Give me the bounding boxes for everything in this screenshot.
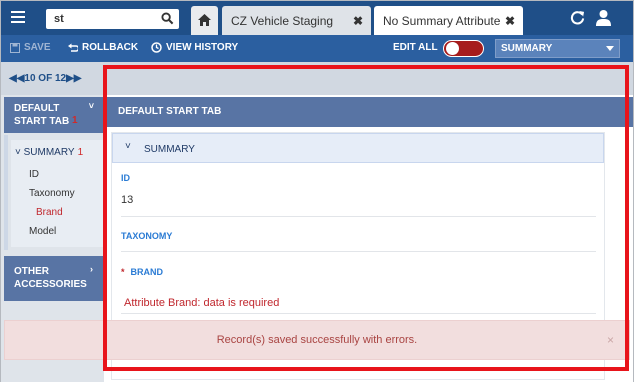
view-select-value: SUMMARY — [501, 43, 553, 54]
hamburger-menu-icon[interactable] — [11, 11, 25, 23]
edit-all-toggle[interactable] — [443, 40, 484, 57]
tab-cz-vehicle-staging[interactable]: CZ Vehicle Staging ✖ — [222, 6, 371, 35]
required-indicator: * — [121, 267, 125, 277]
error-count-badge: 1 — [77, 147, 84, 158]
record-pager: ◀◀10 OF 12▶▶ — [1, 62, 104, 95]
brand-error-message: Attribute Brand: data is required — [124, 297, 280, 309]
brand-field-label: * BRAND — [121, 267, 163, 277]
chevron-down-icon: ˅ — [15, 147, 24, 158]
clock-icon — [151, 42, 162, 53]
rollback-button[interactable]: ROLLBACK — [68, 42, 138, 53]
sidebar-item-model[interactable]: Model — [29, 226, 56, 237]
sidebar-item-taxonomy[interactable]: Taxonomy — [29, 188, 75, 199]
home-tab[interactable] — [191, 6, 218, 35]
tab-label: No Summary Attribute — [383, 14, 501, 28]
previous-record-icon[interactable]: ◀◀ — [9, 73, 24, 84]
toolbar: SAVE ROLLBACK VIEW HISTORY EDIT ALL SUMM… — [1, 35, 633, 62]
pager-control[interactable]: ◀◀10 OF 12▶▶ — [9, 73, 81, 84]
divider — [121, 313, 596, 314]
save-icon — [10, 42, 20, 53]
sidebar-item-other-accessories[interactable]: OTHER ACCESSORIES › — [4, 256, 103, 301]
top-bar: CZ Vehicle Staging ✖ No Summary Attribut… — [1, 1, 633, 35]
tab-close-icon[interactable]: ✖ — [505, 14, 515, 28]
caret-down-icon — [606, 46, 614, 51]
sidebar-item-id[interactable]: ID — [29, 169, 39, 180]
tab-close-icon[interactable]: ✖ — [353, 14, 363, 28]
toggle-knob — [446, 42, 459, 55]
summary-label: SUMMARY — [23, 147, 75, 158]
next-record-icon[interactable]: ▶▶ — [66, 73, 81, 84]
section-header: DEFAULT START TAB — [104, 97, 633, 127]
sidebar-item-brand[interactable]: Brand — [36, 207, 63, 218]
view-history-label: VIEW HISTORY — [166, 42, 239, 53]
id-field-label: ID — [121, 173, 130, 183]
home-icon — [198, 14, 211, 26]
subnav-panel: ˅ SUMMARY 1 ID Taxonomy Brand Model — [11, 140, 103, 247]
section-title: DEFAULT START TAB — [118, 106, 222, 117]
summary-card-header[interactable]: ˅ SUMMARY — [112, 133, 604, 163]
sidebar-item-default-start-tab[interactable]: DEFAULT START TAB 1 ˅ — [4, 97, 103, 133]
search-input[interactable] — [54, 11, 154, 27]
sidebar-item-label: DEFAULT START TAB — [14, 103, 70, 127]
divider — [121, 251, 596, 252]
user-icon[interactable] — [595, 9, 612, 26]
edit-all-label: EDIT ALL — [393, 42, 438, 53]
undo-icon — [68, 43, 78, 52]
search-icon[interactable] — [161, 12, 174, 25]
close-icon[interactable]: × — [607, 333, 614, 347]
rollback-label: ROLLBACK — [82, 42, 139, 53]
divider — [121, 216, 596, 217]
toast-message: Record(s) saved successfully with errors… — [216, 334, 418, 346]
sidebar-item-summary[interactable]: ˅ SUMMARY 1 — [15, 147, 83, 158]
save-button[interactable]: SAVE — [10, 42, 51, 53]
main-top-strip — [104, 62, 633, 95]
search-box[interactable] — [46, 9, 179, 29]
taxonomy-field-label: TAXONOMY — [121, 231, 173, 241]
tab-label: CZ Vehicle Staging — [231, 14, 334, 28]
brand-label-text: BRAND — [130, 267, 164, 277]
chevron-down-icon: ˅ — [125, 141, 131, 152]
chevron-down-icon: ˅ — [88, 101, 94, 111]
app-window: CZ Vehicle Staging ✖ No Summary Attribut… — [0, 0, 634, 382]
view-select-dropdown[interactable]: SUMMARY — [495, 39, 620, 58]
error-count-badge: 1 — [72, 115, 78, 126]
pager-label: 10 OF 12 — [24, 73, 67, 84]
card-title: SUMMARY — [144, 144, 195, 155]
id-field-value: 13 — [121, 194, 134, 206]
view-history-button[interactable]: VIEW HISTORY — [151, 42, 238, 53]
save-label: SAVE — [24, 42, 51, 53]
sidebar-subnav: ˅ SUMMARY 1 ID Taxonomy Brand Model — [4, 135, 103, 250]
refresh-icon[interactable] — [570, 10, 585, 25]
error-toast: Record(s) saved successfully with errors… — [4, 320, 630, 360]
sidebar-item-label: OTHER ACCESSORIES — [14, 266, 87, 290]
chevron-right-icon: › — [90, 264, 93, 274]
tab-no-summary-attribute[interactable]: No Summary Attribute ✖ — [374, 6, 523, 35]
